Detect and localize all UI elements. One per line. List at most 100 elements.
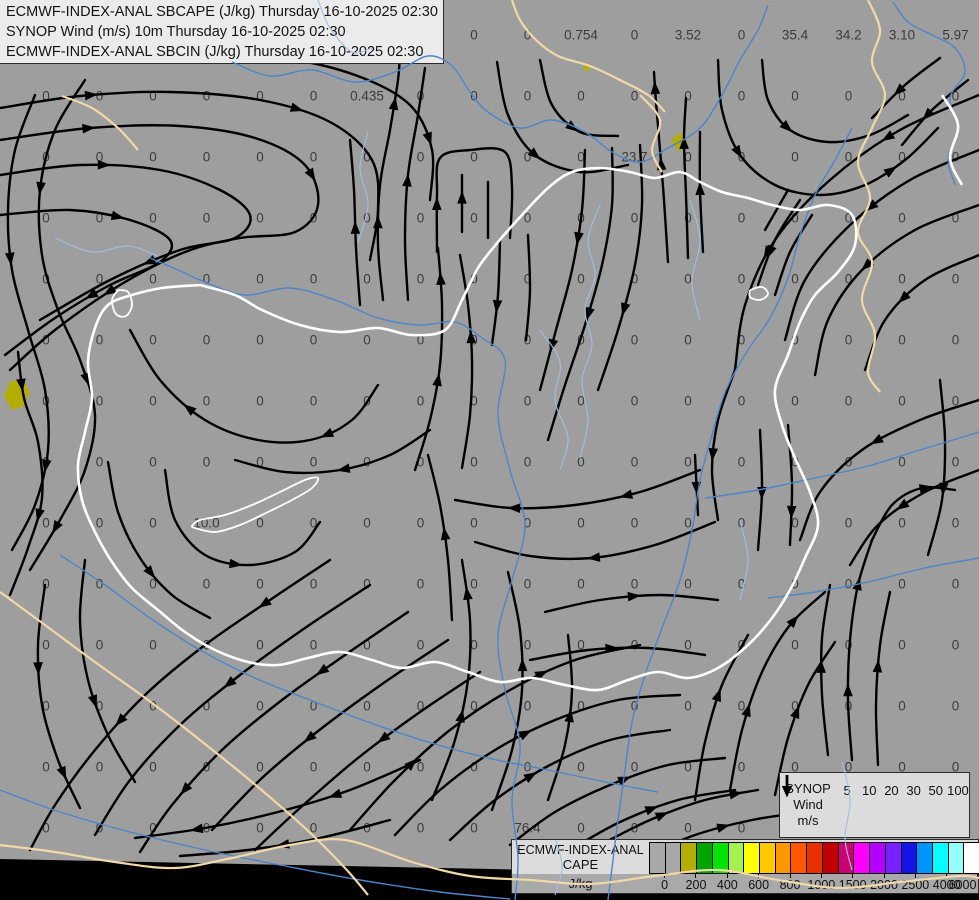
map-value: 0 (470, 638, 478, 653)
streamline-arrowhead (763, 245, 775, 260)
map-value: 0 (845, 272, 853, 287)
streamline-arrowhead (716, 823, 731, 833)
wind-streamline (106, 460, 212, 620)
streamline-arrowhead (463, 586, 473, 601)
streamline-arrowhead (585, 306, 595, 321)
map-value: 0 (96, 333, 104, 348)
map-value: 0 (845, 394, 853, 409)
map-value: 0 (631, 638, 639, 653)
map-value: 0 (310, 272, 318, 287)
map-value-special: 3.10 (889, 28, 915, 43)
map-value: 0 (791, 150, 799, 165)
map-value: 0 (96, 394, 104, 409)
streamline-arrowhead (276, 839, 290, 849)
wind-streamline (870, 56, 942, 120)
wind-speed-label: 10 (862, 783, 877, 798)
streamline-arrowhead (939, 482, 949, 496)
streamline-arrowhead (52, 520, 63, 534)
river-tributary (357, 131, 369, 243)
streamline-arrowhead (695, 182, 705, 196)
wind-streamline (652, 70, 670, 264)
river (767, 557, 979, 599)
wind-streamline (178, 818, 392, 858)
wind-streamline (528, 646, 707, 662)
river (704, 431, 979, 499)
map-value: 0 (898, 638, 906, 653)
wind-speed-label: 20 (884, 783, 899, 798)
map-value: 0 (684, 150, 692, 165)
wind-speed-label: 100 (947, 783, 969, 798)
wind-speed-label: 5 (843, 783, 851, 798)
wind-streamline (546, 146, 614, 442)
map-value: 0 (738, 516, 746, 531)
map-value: 0 (363, 211, 371, 226)
streamline-arrowhead (404, 758, 418, 771)
map-value-special: 35.4 (782, 28, 809, 43)
map-value: 0 (203, 455, 211, 470)
map-value: 0 (470, 455, 478, 470)
map-value: 0 (684, 699, 692, 714)
map-value: 0 (631, 89, 639, 104)
streamline-arrowhead (728, 789, 743, 800)
map-value: 0 (417, 89, 425, 104)
cape-tick-label: 400 (716, 878, 738, 892)
map-value: 0 (256, 150, 264, 165)
cape-color-swatch (947, 843, 964, 873)
map-value: 0 (524, 455, 532, 470)
map-value: 0 (470, 577, 478, 592)
map-value: 0 (952, 577, 960, 592)
streamline-arrowhead (865, 199, 879, 212)
map-value: 0 (470, 821, 478, 836)
map-value: 0 (577, 89, 585, 104)
map-value: 0 (96, 638, 104, 653)
map-value: 0 (791, 455, 799, 470)
wind-streamline (682, 96, 690, 260)
map-value: 0 (96, 89, 104, 104)
map-value: 0 (42, 211, 50, 226)
cape-tick-label: 2000 (870, 878, 898, 892)
map-value: 0 (417, 577, 425, 592)
streamline-arrowhead (564, 708, 574, 723)
map-value: 0 (738, 272, 746, 287)
streamline-arrowhead (258, 596, 272, 608)
map-value: 0 (256, 394, 264, 409)
map-value: 0 (42, 89, 50, 104)
map-value: 0 (684, 394, 692, 409)
streamline-arrowhead (786, 615, 799, 629)
streamline-arrowhead (861, 258, 874, 271)
streamline-arrowhead (757, 486, 767, 501)
cape-legend: ECMWF-INDEX-ANAL CAPE J/kg 0 200 400 600 800… (511, 839, 979, 894)
streamline-arrowhead (229, 558, 243, 569)
map-value: 0 (149, 211, 157, 226)
map-value: 0 (256, 760, 264, 775)
streamline-arrowhead (304, 167, 316, 182)
streamline-arrowhead (455, 709, 465, 723)
map-value: 0 (310, 333, 318, 348)
streamline-arrowhead (656, 157, 667, 171)
map-value: 0 (203, 150, 211, 165)
wind-streamline (693, 633, 750, 802)
map-value: 0 (417, 211, 425, 226)
map-value: 0 (791, 211, 799, 226)
map-value: 0 (42, 272, 50, 287)
map-value: 0 (845, 638, 853, 653)
map-value: 0 (898, 150, 906, 165)
map-value: 0 (631, 821, 639, 836)
map-value: 0 (791, 577, 799, 592)
map-value: 0 (738, 699, 746, 714)
map-value: 0 (738, 89, 746, 104)
streamline-arrowhead (644, 806, 659, 816)
map-value: 0 (417, 394, 425, 409)
wind-streamline (524, 233, 532, 342)
streamline-arrowhead (883, 166, 897, 178)
wind-legend-unit: m/s (797, 813, 819, 828)
streamline-arrowhead (431, 197, 442, 211)
cape-color-swatch (963, 843, 979, 873)
wind-streamline (426, 453, 454, 622)
streamline-arrowhead (440, 526, 451, 541)
map-value-special: 10.0 (193, 516, 219, 531)
map-value: 0 (149, 333, 157, 348)
map-value: 0 (256, 272, 264, 287)
map-value: 0 (738, 760, 746, 775)
map-value: 0 (577, 272, 585, 287)
